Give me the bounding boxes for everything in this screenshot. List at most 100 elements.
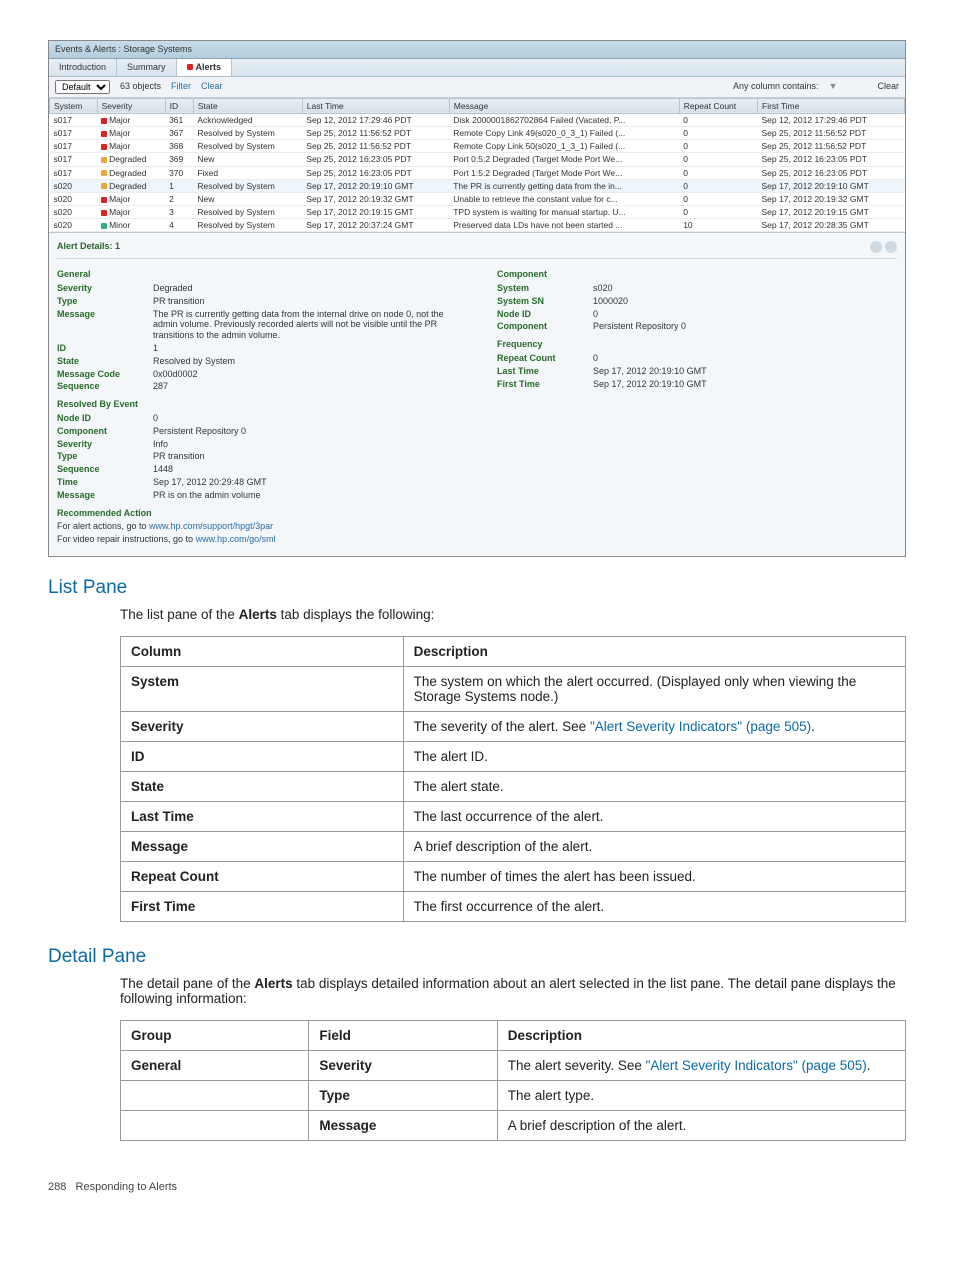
table-cell: Resolved by System: [193, 219, 302, 232]
table-cell: s017: [50, 153, 98, 166]
table-cell: Port 1:5:2 Degraded (Target Mode Port We…: [449, 166, 679, 179]
table-cell: Sep 17, 2012 20:19:15 GMT: [758, 206, 905, 219]
table-cell: Sep 17, 2012 20:37:24 GMT: [302, 219, 449, 232]
table-cell: Sep 25, 2012 11:56:52 PDT: [302, 126, 449, 139]
column-description: The alert state.: [403, 772, 905, 802]
detail-field: Last TimeSep 17, 2012 20:19:10 GMT: [497, 365, 897, 378]
list-pane-intro: The list pane of the Alerts tab displays…: [120, 607, 906, 622]
detail-field-value: PR transition: [153, 296, 457, 307]
detail-field-value: Sep 17, 2012 20:29:48 GMT: [153, 477, 457, 488]
table-cell: Sep 17, 2012 20:19:10 GMT: [302, 179, 449, 192]
table-cell: TPD system is waiting for manual startup…: [449, 206, 679, 219]
column-name: Message: [121, 832, 404, 862]
table-row: MessageA brief description of the alert.: [121, 1111, 906, 1141]
column-header[interactable]: First Time: [758, 98, 905, 113]
table-cell: 3: [165, 206, 193, 219]
general-heading: General: [57, 263, 457, 282]
table-cell: Sep 25, 2012 11:56:52 PDT: [758, 140, 905, 153]
alerts-screenshot: Events & Alerts : Storage Systems Introd…: [48, 40, 906, 557]
clear-right-button[interactable]: Clear: [877, 81, 899, 92]
detail-field-value: Degraded: [153, 283, 457, 294]
table-row[interactable]: s020Degraded1Resolved by SystemSep 17, 2…: [50, 179, 905, 192]
detail-field: ComponentPersistent Repository 0: [497, 320, 897, 333]
field-cell: Message: [309, 1111, 497, 1141]
table-row[interactable]: s017Degraded369NewSep 25, 2012 16:23:05 …: [50, 153, 905, 166]
table-cell: s020: [50, 179, 98, 192]
table-cell: 0: [679, 179, 757, 192]
detail-field-label: System SN: [497, 296, 587, 307]
detail-field-value: Sep 17, 2012 20:19:10 GMT: [593, 379, 897, 390]
table-row[interactable]: s017Major368Resolved by SystemSep 25, 20…: [50, 140, 905, 153]
badge-icon[interactable]: [885, 241, 897, 253]
table-cell: Resolved by System: [193, 206, 302, 219]
contains-label: Any column contains:: [733, 81, 819, 92]
doc-link[interactable]: "Alert Severity Indicators" (page 505): [646, 1058, 867, 1073]
alert-flag-icon: [187, 64, 193, 70]
detail-field-value: Info: [153, 439, 457, 450]
table-cell: 0: [679, 113, 757, 126]
toolbar: Default 63 objects Filter Clear Any colu…: [49, 77, 905, 98]
table-cell: Sep 25, 2012 16:23:05 PDT: [302, 166, 449, 179]
column-name: Last Time: [121, 802, 404, 832]
field-cell: Severity: [309, 1051, 497, 1081]
table-cell: Unable to retrieve the constant value fo…: [449, 192, 679, 205]
detail-field-label: First Time: [497, 379, 587, 390]
table-row[interactable]: s020Minor4Resolved by SystemSep 17, 2012…: [50, 219, 905, 232]
detail-field-label: Severity: [57, 283, 147, 294]
detail-field-label: Message: [57, 309, 147, 341]
table-cell: 10: [679, 219, 757, 232]
table-cell: Sep 17, 2012 20:19:15 GMT: [302, 206, 449, 219]
recommended-link-2[interactable]: www.hp.com/go/sml: [196, 534, 276, 544]
column-description: The first occurrence of the alert.: [403, 892, 905, 922]
doc-link[interactable]: "Alert Severity Indicators" (page 505): [590, 719, 811, 734]
filter-button[interactable]: Filter: [171, 81, 191, 92]
badge-icon[interactable]: [870, 241, 882, 253]
table-cell: 0: [679, 166, 757, 179]
table-row[interactable]: s017Major361AcknowledgedSep 12, 2012 17:…: [50, 113, 905, 126]
table-cell: New: [193, 153, 302, 166]
filter-dropdown[interactable]: Default: [55, 80, 110, 94]
tab-introduction[interactable]: Introduction: [49, 59, 117, 76]
column-header[interactable]: Message: [449, 98, 679, 113]
column-header[interactable]: ID: [165, 98, 193, 113]
detail-field: System SN1000020: [497, 295, 897, 308]
table-row[interactable]: s017Major367Resolved by SystemSep 25, 20…: [50, 126, 905, 139]
detail-field-label: Component: [497, 321, 587, 332]
detail-field-label: Repeat Count: [497, 353, 587, 364]
recommended-link-1[interactable]: www.hp.com/support/hpgt/3par: [149, 521, 273, 531]
table-row[interactable]: s017Degraded370FixedSep 25, 2012 16:23:0…: [50, 166, 905, 179]
table-cell: Degraded: [97, 179, 165, 192]
detail-field-value: PR is on the admin volume: [153, 490, 457, 501]
group-cell: [121, 1081, 309, 1111]
column-header[interactable]: Severity: [97, 98, 165, 113]
detail-field-label: ID: [57, 343, 147, 354]
detail-field: MessagePR is on the admin volume: [57, 489, 457, 502]
tab-alerts[interactable]: Alerts: [177, 59, 233, 76]
column-header[interactable]: Last Time: [302, 98, 449, 113]
column-header[interactable]: Repeat Count: [679, 98, 757, 113]
table-row[interactable]: s020Major3Resolved by SystemSep 17, 2012…: [50, 206, 905, 219]
table-cell: s017: [50, 113, 98, 126]
table-row[interactable]: s020Major2NewSep 17, 2012 20:19:32 GMTUn…: [50, 192, 905, 205]
column-header[interactable]: State: [193, 98, 302, 113]
tab-bar: Introduction Summary Alerts: [49, 59, 905, 77]
table-row: Last TimeThe last occurrence of the aler…: [121, 802, 906, 832]
table-cell: Remote Copy Link 50(s020_1_3_1) Failed (…: [449, 140, 679, 153]
table-cell: 361: [165, 113, 193, 126]
table-cell: Sep 25, 2012 16:23:05 PDT: [302, 153, 449, 166]
detail-field: ComponentPersistent Repository 0: [57, 425, 457, 438]
table-cell: Sep 12, 2012 17:29:46 PDT: [758, 113, 905, 126]
detail-field-value: PR transition: [153, 451, 457, 462]
tab-summary[interactable]: Summary: [117, 59, 177, 76]
table-row: MessageA brief description of the alert.: [121, 832, 906, 862]
detail-pane-table: Group Field Description GeneralSeverityT…: [120, 1020, 906, 1141]
detail-field-value: Resolved by System: [153, 356, 457, 367]
table-cell: Degraded: [97, 166, 165, 179]
detail-field-label: Message Code: [57, 369, 147, 380]
clear-button[interactable]: Clear: [201, 81, 223, 92]
detail-field-label: Severity: [57, 439, 147, 450]
column-header[interactable]: System: [50, 98, 98, 113]
table-row: StateThe alert state.: [121, 772, 906, 802]
detail-field: TypePR transition: [57, 295, 457, 308]
table-cell: Major: [97, 126, 165, 139]
